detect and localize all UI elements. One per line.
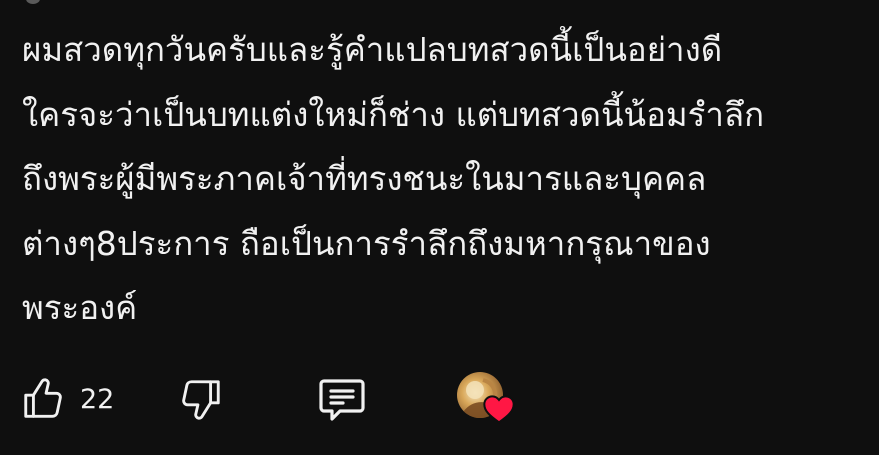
comment-action-bar: 22: [0, 370, 879, 426]
thumb-up-icon: [24, 378, 62, 418]
comment-text: ผมสวดทุกวันครับและรู้คำแปลบทสวดนี้เป็นอย…: [22, 18, 872, 341]
like-button[interactable]: 22: [20, 374, 114, 424]
reply-button[interactable]: [316, 374, 368, 424]
comment-line: ผมสวดทุกวันครับและรู้คำแปลบทสวดนี้เป็นอย…: [22, 30, 723, 69]
previous-avatar-edge: [26, 0, 40, 4]
comment-line: ใครจะว่าเป็นบทแต่งใหม่ก็ช่าง แต่บทสวดนี้…: [22, 94, 765, 134]
dislike-button[interactable]: [178, 374, 224, 424]
comment-line: ถึงพระผู้มีพระภาคเจ้าที่ทรงชนะในมารและบุ…: [22, 159, 707, 198]
thumb-down-icon: [182, 380, 220, 420]
creator-heart-badge: [457, 372, 517, 428]
comment-reply-icon: [319, 379, 365, 421]
comment-line: พระองค์: [22, 288, 138, 327]
heart-icon: [483, 395, 515, 424]
like-count: 22: [80, 383, 115, 415]
comment-line: ต่างๆ8ประการ ถือเป็นการรำลึกถึงมหากรุณาข…: [22, 223, 711, 263]
